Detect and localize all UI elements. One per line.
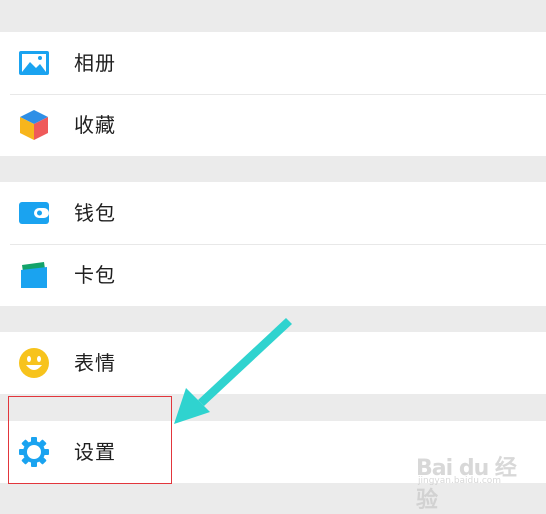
menu-item-label: 设置: [74, 440, 116, 464]
menu-item-cards[interactable]: 卡包: [0, 244, 546, 306]
me-menu-page: 相册 收藏 钱包 卡包 表情 设置 Bai du 经验 jingyan.baid…: [0, 0, 546, 513]
wallet-icon: [18, 197, 50, 229]
baidu-watermark: Bai du 经验 jingyan.baidu.com: [416, 450, 536, 513]
menu-item-label: 卡包: [74, 263, 116, 287]
menu-item-label: 收藏: [74, 113, 116, 137]
menu-item-favorites[interactable]: 收藏: [0, 94, 546, 156]
menu-item-stickers[interactable]: 表情: [0, 332, 546, 394]
menu-item-wallet[interactable]: 钱包: [0, 182, 546, 244]
watermark-sub: jingyan.baidu.com: [418, 476, 502, 486]
gear-icon: [18, 436, 50, 468]
smiley-icon: [18, 347, 50, 379]
menu-item-label: 表情: [74, 351, 116, 375]
menu-item-album[interactable]: 相册: [0, 32, 546, 94]
menu-group-stickers: 表情: [0, 332, 546, 394]
menu-item-label: 相册: [74, 51, 116, 75]
menu-item-label: 钱包: [74, 201, 116, 225]
menu-group-payment: 钱包 卡包: [0, 182, 546, 306]
menu-group-media: 相册 收藏: [0, 32, 546, 156]
cube-icon: [18, 109, 50, 141]
card-icon: [18, 259, 50, 291]
album-icon: [18, 47, 50, 79]
